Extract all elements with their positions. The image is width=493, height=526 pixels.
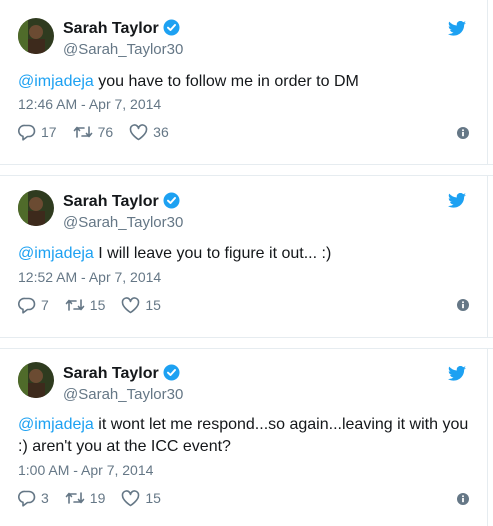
twitter-bird-icon[interactable]	[448, 365, 466, 381]
tweet-card[interactable]: Sarah Taylor @Sarah_Taylor30 @imjadeja I…	[0, 176, 488, 337]
card-border	[487, 0, 488, 165]
like-count: 36	[153, 124, 169, 140]
retweet-count: 15	[89, 297, 106, 313]
tweet-body: you have to follow me in order to DM	[93, 73, 359, 90]
verified-badge-icon	[163, 192, 180, 214]
author-handle[interactable]: @Sarah_Taylor30	[63, 41, 183, 58]
tweet-text: @imjadeja you have to follow me in order…	[18, 71, 480, 93]
tweet-separator	[0, 164, 493, 176]
reply-icon	[18, 297, 36, 314]
avatar[interactable]	[18, 190, 54, 226]
info-icon[interactable]	[456, 298, 470, 312]
author-name[interactable]: Sarah Taylor	[63, 192, 180, 214]
reply-icon	[18, 124, 36, 141]
retweet-count: 76	[97, 124, 114, 140]
timestamp[interactable]: 1:00 AM - Apr 7, 2014	[18, 462, 153, 478]
info-icon[interactable]	[456, 492, 470, 506]
verified-badge-icon	[163, 19, 180, 41]
mention-link[interactable]: @imjadeja	[18, 245, 94, 262]
author-handle[interactable]: @Sarah_Taylor30	[63, 214, 183, 231]
mention-link[interactable]: @imjadeja	[18, 73, 94, 90]
tweet-card[interactable]: Sarah Taylor @Sarah_Taylor30 @imjadeja y…	[0, 0, 488, 165]
card-border	[487, 349, 488, 526]
retweet-icon	[65, 297, 85, 313]
tweet-text: @imjadeja I will leave you to figure it …	[18, 243, 480, 265]
avatar[interactable]	[18, 18, 54, 54]
retweet-button[interactable]: 19	[65, 490, 106, 506]
reply-count: 7	[41, 297, 49, 313]
heart-icon	[121, 296, 140, 314]
timestamp[interactable]: 12:52 AM - Apr 7, 2014	[18, 269, 161, 285]
retweet-count: 19	[89, 490, 106, 506]
action-bar: 3 19 15	[18, 488, 177, 508]
like-button[interactable]: 15	[121, 489, 161, 507]
verified-badge-icon	[163, 364, 180, 386]
twitter-bird-icon[interactable]	[448, 192, 466, 208]
retweet-button[interactable]: 15	[65, 297, 106, 313]
retweet-icon	[73, 124, 93, 140]
tweet-separator	[0, 337, 493, 349]
card-border	[487, 176, 488, 337]
author-name-text[interactable]: Sarah Taylor	[63, 365, 159, 382]
author-name[interactable]: Sarah Taylor	[63, 364, 180, 386]
author-name[interactable]: Sarah Taylor	[63, 19, 180, 41]
reply-count: 3	[41, 490, 49, 506]
author-name-text[interactable]: Sarah Taylor	[63, 20, 159, 37]
author-name-text[interactable]: Sarah Taylor	[63, 193, 159, 210]
like-button[interactable]: 15	[121, 296, 161, 314]
mention-link[interactable]: @imjadeja	[18, 416, 94, 433]
reply-icon	[18, 490, 36, 507]
action-bar: 17 76 36	[18, 122, 185, 142]
reply-count: 17	[41, 124, 57, 140]
like-count: 15	[145, 490, 161, 506]
tweet-text: @imjadeja it wont let me respond...so ag…	[18, 414, 480, 458]
author-handle[interactable]: @Sarah_Taylor30	[63, 386, 183, 403]
heart-icon	[121, 489, 140, 507]
like-count: 15	[145, 297, 161, 313]
tweet-card[interactable]: Sarah Taylor @Sarah_Taylor30 @imjadeja i…	[0, 349, 488, 526]
retweet-icon	[65, 490, 85, 506]
tweet-body: I will leave you to figure it out... :)	[93, 245, 332, 262]
like-button[interactable]: 36	[129, 123, 169, 141]
avatar[interactable]	[18, 362, 54, 398]
reply-button[interactable]: 17	[18, 124, 57, 141]
heart-icon	[129, 123, 148, 141]
reply-button[interactable]: 3	[18, 490, 49, 507]
twitter-bird-icon[interactable]	[448, 20, 466, 36]
action-bar: 7 15 15	[18, 295, 177, 315]
timestamp[interactable]: 12:46 AM - Apr 7, 2014	[18, 96, 161, 112]
info-icon[interactable]	[456, 126, 470, 140]
reply-button[interactable]: 7	[18, 297, 49, 314]
retweet-button[interactable]: 76	[73, 124, 114, 140]
